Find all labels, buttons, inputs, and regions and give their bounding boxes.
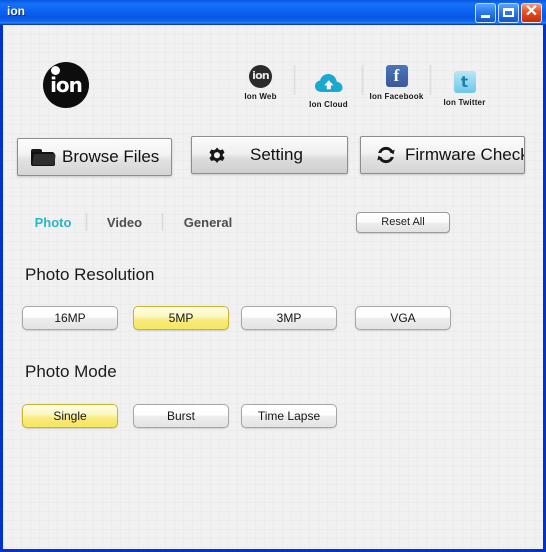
photo-resolution-title: Photo Resolution (25, 265, 155, 284)
ion-logo: ion (43, 62, 89, 108)
tab-general[interactable]: General (168, 215, 248, 230)
tab-separator (85, 213, 88, 231)
close-icon: ✕ (524, 3, 539, 20)
refresh-icon (369, 144, 403, 166)
close-button[interactable]: ✕ (521, 3, 542, 23)
tab-separator (161, 213, 164, 231)
mode-option-burst[interactable]: Burst (133, 404, 229, 428)
nav-label-ion-facebook: Ion Facebook (369, 92, 424, 101)
photo-mode-title: Photo Mode (25, 362, 117, 381)
facebook-icon: f (364, 63, 429, 89)
ion-web-icon: ion (228, 63, 293, 89)
nav-label-ion-cloud: Ion Cloud (309, 100, 348, 109)
resolution-option-3mp[interactable]: 3MP (241, 306, 337, 330)
minimize-icon (481, 15, 490, 18)
client-area: ion ion Ion Web Ion Cloud f Ion Facebook… (3, 25, 543, 549)
browse-files-label: Browse Files (62, 147, 160, 166)
nav-item-ion-twitter[interactable]: t Ion Twitter (432, 69, 497, 107)
tab-video[interactable]: Video (92, 215, 157, 230)
nav-label-ion-twitter: Ion Twitter (443, 98, 486, 107)
resolution-option-vga[interactable]: VGA (355, 306, 451, 330)
tab-bar: Photo Video General (25, 213, 248, 231)
folder-icon (26, 148, 60, 166)
firmware-check-label: Firmware Check (405, 145, 525, 164)
mode-option-time-lapse[interactable]: Time Lapse (241, 404, 337, 428)
nav-item-ion-web[interactable]: ion Ion Web (228, 63, 293, 101)
nav-item-ion-facebook[interactable]: f Ion Facebook (364, 63, 429, 101)
application-window: ion ✕ ion ion Ion Web Ion Cloud f Ion Fa… (0, 0, 546, 552)
window-title: ion (7, 4, 25, 18)
browse-files-button[interactable]: Browse Files (17, 138, 172, 176)
resolution-option-5mp[interactable]: 5MP (133, 306, 229, 330)
nav-item-ion-cloud[interactable]: Ion Cloud (296, 71, 361, 109)
header-nav: ion Ion Web Ion Cloud f Ion Facebook t I… (228, 63, 497, 109)
tab-photo[interactable]: Photo (25, 215, 81, 230)
minimize-button[interactable] (475, 3, 496, 23)
ion-cloud-icon (296, 71, 361, 97)
twitter-icon: t (432, 69, 497, 95)
title-bar[interactable]: ion ✕ (0, 0, 546, 25)
firmware-check-button[interactable]: Firmware Check (360, 136, 525, 174)
maximize-icon (503, 8, 514, 17)
maximize-button[interactable] (498, 3, 519, 23)
ion-logo-text: ion (50, 73, 83, 97)
nav-label-ion-web: Ion Web (244, 92, 277, 101)
setting-label: Setting (250, 145, 303, 164)
setting-button[interactable]: Setting (191, 136, 348, 174)
gear-icon (200, 144, 234, 166)
mode-option-single[interactable]: Single (22, 404, 118, 428)
resolution-option-16mp[interactable]: 16MP (22, 306, 118, 330)
reset-all-button[interactable]: Reset All (356, 212, 450, 233)
window-controls: ✕ (475, 3, 542, 23)
